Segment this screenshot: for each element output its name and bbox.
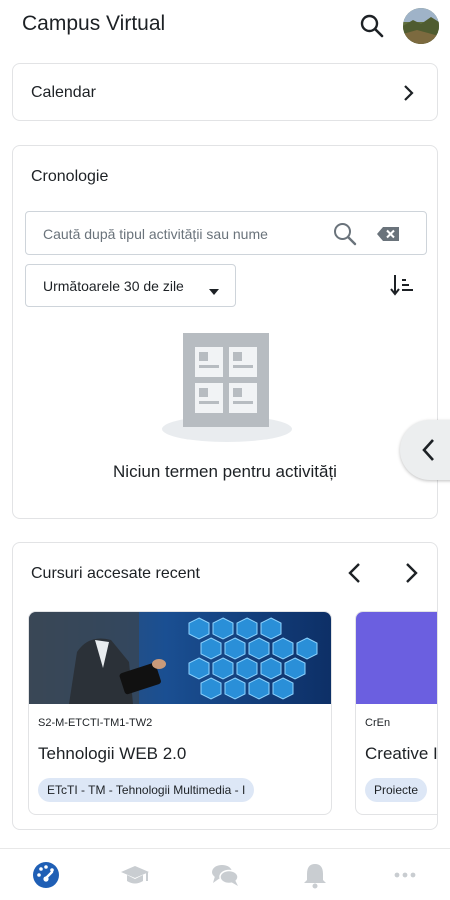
empty-timeline-message: Niciun termen pentru activități [113,462,337,481]
recent-courses-title: Cursuri accesate recent [31,565,200,582]
top-app-bar: Campus Virtual [0,0,450,54]
chevron-right-icon [397,82,419,104]
calendar-label: Calendar [31,84,96,101]
user-avatar[interactable] [403,8,439,44]
course-image [356,612,437,704]
course-name: Tehnologii WEB 2.0 [38,744,187,763]
course-name: Creative I [365,744,438,763]
sort-icon[interactable] [389,273,415,297]
timeline-search-input[interactable]: Caută după tipul activității sau nume [25,211,427,255]
timeline-card: Cronologie Caută după tipul activității … [12,145,438,519]
caret-down-icon [208,283,220,295]
timeline-filter-select[interactable]: Următoarele 30 de zile [25,264,236,307]
timeline-title: Cronologie [31,168,109,185]
search-placeholder: Caută după tipul activității sau nume [43,226,268,242]
messages-icon[interactable] [210,861,240,889]
course-card[interactable]: CrEn Creative I Proiecte [355,611,438,815]
more-icon[interactable] [390,861,420,889]
recent-courses-card: Cursuri accesate recent S2-M-ETCTI-TM1-T… [12,542,438,830]
calendar-card[interactable]: Calendar [12,63,438,121]
bottom-navigation [0,848,450,900]
course-short-name: S2-M-ETCTI-TM1-TW2 [38,717,153,729]
filter-value: Următoarele 30 de zile [43,278,184,294]
search-icon[interactable] [332,221,358,247]
course-short-name: CrEn [365,717,391,729]
course-category-badge: ETcTI - TM - Tehnologii Multimedia - I [38,778,255,802]
chevron-right-icon[interactable] [399,561,423,585]
dashboard-icon[interactable] [31,861,61,889]
courses-icon[interactable] [120,861,150,889]
app-title: Campus Virtual [22,12,166,35]
course-image [29,612,331,704]
course-card[interactable]: S2-M-ETCTI-TM1-TW2 Tehnologii WEB 2.0 ET… [28,611,332,815]
empty-timeline-illustration [161,329,293,444]
chevron-left-icon[interactable] [343,561,367,585]
chevron-left-icon [422,439,434,461]
search-icon[interactable] [358,12,386,40]
clear-input-icon[interactable] [376,224,402,244]
notifications-icon[interactable] [300,861,330,889]
course-category-badge: Proiecte [365,778,428,802]
